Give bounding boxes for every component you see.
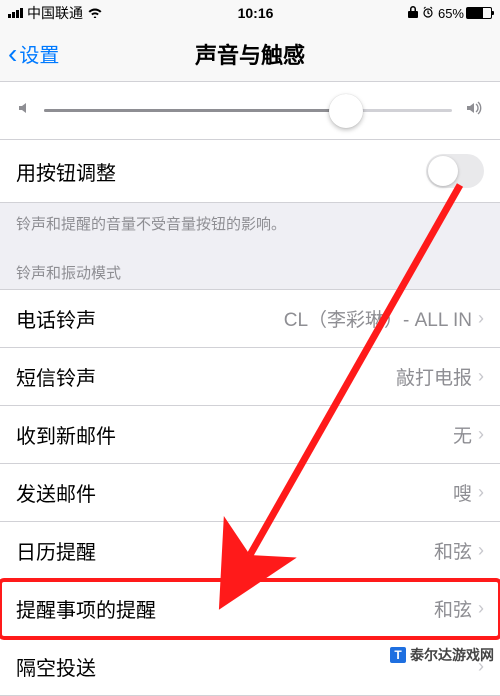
chevron-right-icon: › [478, 366, 484, 387]
reminder-alert-row[interactable]: 提醒事项的提醒 和弦 › [0, 580, 500, 638]
back-label: 设置 [19, 39, 59, 68]
chevron-right-icon: › [478, 424, 484, 445]
status-bar: 中国联通 10:16 65% [0, 0, 500, 26]
chevron-right-icon: › [478, 540, 484, 561]
battery-pct: 65% [438, 6, 464, 21]
row-label: 提醒事项的提醒 [16, 594, 434, 623]
volume-slider-row [0, 82, 500, 140]
chevron-right-icon: › [478, 598, 484, 619]
status-right: 65% [408, 5, 492, 21]
battery-indicator: 65% [438, 6, 492, 21]
alarm-icon [422, 5, 434, 21]
button-adjust-toggle[interactable] [426, 154, 484, 188]
calendar-alert-row[interactable]: 日历提醒 和弦 › [0, 522, 500, 580]
nav-bar: ‹ 设置 声音与触感 [0, 26, 500, 82]
volume-low-icon [16, 100, 32, 121]
lock-icon [408, 5, 418, 21]
status-time: 10:16 [103, 5, 408, 21]
page-title: 声音与触感 [0, 38, 500, 70]
row-label: 电话铃声 [16, 304, 284, 333]
row-value: 和弦 [434, 537, 472, 564]
battery-icon [466, 7, 492, 19]
new-mail-row[interactable]: 收到新邮件 无 › [0, 406, 500, 464]
back-button[interactable]: ‹ 设置 [8, 39, 59, 68]
ringtone-row[interactable]: 电话铃声 CL（李彩琳）- ALL IN › [0, 289, 500, 348]
watermark: T 泰尔达游戏网 [390, 645, 494, 665]
signal-icon [8, 8, 23, 18]
slider-thumb[interactable] [329, 94, 363, 128]
status-left: 中国联通 [8, 3, 103, 23]
carrier-label: 中国联通 [27, 3, 83, 23]
volume-high-icon [464, 100, 484, 121]
sent-mail-row[interactable]: 发送邮件 嗖 › [0, 464, 500, 522]
row-value: 敲打电报 [396, 363, 472, 390]
footer-note: 铃声和提醒的音量不受音量按钮的影响。 [0, 203, 500, 252]
watermark-logo: T [390, 647, 406, 663]
watermark-text: 泰尔达游戏网 [410, 645, 494, 665]
chevron-left-icon: ‹ [8, 40, 17, 68]
wifi-icon [87, 5, 103, 21]
chevron-right-icon: › [478, 308, 484, 329]
row-value: 和弦 [434, 595, 472, 622]
chevron-right-icon: › [478, 482, 484, 503]
row-value: 无 [453, 421, 472, 448]
row-label: 发送邮件 [16, 478, 453, 507]
button-adjust-label: 用按钮调整 [16, 157, 426, 186]
text-tone-row[interactable]: 短信铃声 敲打电报 › [0, 348, 500, 406]
row-label: 短信铃声 [16, 362, 396, 391]
button-adjust-row[interactable]: 用按钮调整 [0, 140, 500, 203]
row-value: 嗖 [453, 479, 472, 506]
volume-slider[interactable] [44, 109, 452, 112]
row-label: 日历提醒 [16, 536, 434, 565]
section-header: 铃声和振动模式 [0, 252, 500, 289]
row-value: CL（李彩琳）- ALL IN [284, 305, 472, 332]
row-label: 收到新邮件 [16, 420, 453, 449]
